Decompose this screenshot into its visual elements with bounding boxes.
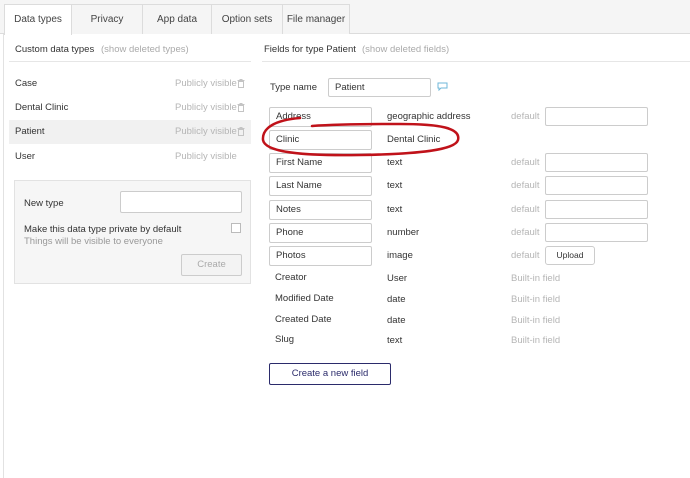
- field-row-first-name: First Name text default: [269, 153, 651, 173]
- field-default-input[interactable]: [545, 223, 648, 242]
- field-type: text: [387, 157, 403, 168]
- type-row-dental-clinic[interactable]: Dental Clinic Publicly visible: [9, 96, 251, 120]
- type-row-case[interactable]: Case Publicly visible: [9, 72, 251, 96]
- type-visibility: Publicly visible: [175, 102, 237, 113]
- field-default-input[interactable]: [545, 107, 648, 126]
- field-default-input[interactable]: [545, 176, 648, 195]
- type-row-patient[interactable]: Patient Publicly visible: [9, 120, 251, 144]
- field-row-last-name: Last Name text default: [269, 176, 651, 196]
- field-type: image: [387, 250, 413, 261]
- field-row-phone: Phone number default: [269, 223, 651, 243]
- show-deleted-fields-link[interactable]: (show deleted fields): [362, 44, 449, 55]
- field-type: Dental Clinic: [387, 134, 441, 145]
- field-type: date: [387, 294, 406, 305]
- type-name: Dental Clinic: [15, 102, 69, 113]
- tab-bar: Data types Privacy App data Option sets …: [0, 0, 690, 35]
- field-type: text: [387, 180, 403, 191]
- field-default-label: default: [511, 227, 540, 238]
- fields-title: Fields for type Patient: [264, 44, 356, 55]
- type-name: Patient: [15, 126, 45, 137]
- trash-icon[interactable]: [237, 103, 245, 112]
- custom-data-types-title: Custom data types: [15, 44, 95, 55]
- type-name-label: Type name: [270, 82, 317, 93]
- field-row-photos: Photos image default Upload: [269, 246, 651, 266]
- field-row-created-date: Created Date date Built-in field: [269, 311, 651, 331]
- new-type-label: New type: [24, 198, 64, 209]
- type-name: User: [15, 151, 36, 162]
- show-deleted-types-link[interactable]: (show deleted types): [101, 44, 189, 55]
- tab-file-manager[interactable]: File manager: [282, 4, 350, 34]
- upload-button[interactable]: Upload: [545, 246, 595, 265]
- create-new-field-button[interactable]: Create a new field: [269, 363, 391, 385]
- field-default-label: default: [511, 250, 540, 261]
- field-name: Slug: [275, 334, 295, 345]
- field-row-slug: Slug text Built-in field: [269, 331, 651, 351]
- tab-app-data[interactable]: App data: [142, 4, 212, 34]
- field-row-modified-date: Modified Date date Built-in field: [269, 290, 651, 310]
- field-row-address: Address geographic address default: [269, 107, 651, 127]
- divider: [9, 61, 251, 62]
- trash-icon[interactable]: [237, 79, 245, 88]
- new-type-box: New type Make this data type private by …: [14, 180, 251, 284]
- field-type: text: [387, 204, 403, 215]
- comment-icon[interactable]: [437, 82, 448, 91]
- built-in-field-label: Built-in field: [511, 294, 561, 305]
- type-row-user[interactable]: User Publicly visible: [9, 145, 251, 169]
- field-default-input[interactable]: [545, 200, 648, 219]
- field-type: date: [387, 315, 406, 326]
- private-default-checkbox[interactable]: [231, 223, 241, 233]
- new-type-input[interactable]: [120, 191, 242, 213]
- built-in-field-label: Built-in field: [511, 315, 561, 326]
- field-row-clinic: Clinic Dental Clinic: [269, 130, 651, 150]
- field-row-creator: Creator User Built-in field: [269, 269, 651, 289]
- tab-privacy[interactable]: Privacy: [71, 4, 143, 34]
- field-type: text: [387, 335, 403, 346]
- field-name: Creator: [275, 272, 307, 283]
- create-type-button[interactable]: Create: [181, 254, 242, 276]
- built-in-field-label: Built-in field: [511, 335, 561, 346]
- type-name-input[interactable]: Patient: [328, 78, 431, 97]
- field-default-label: default: [511, 204, 540, 215]
- field-name-input[interactable]: Phone: [269, 223, 372, 243]
- tab-data-types[interactable]: Data types: [4, 4, 72, 35]
- field-name-input[interactable]: Address: [269, 107, 372, 127]
- field-default-label: default: [511, 157, 540, 168]
- type-visibility: Publicly visible: [175, 126, 237, 137]
- field-type: geographic address: [387, 111, 471, 122]
- field-default-input[interactable]: [545, 153, 648, 172]
- field-name: Modified Date: [275, 293, 334, 304]
- field-name-input[interactable]: Notes: [269, 200, 372, 220]
- field-name-input[interactable]: Last Name: [269, 176, 372, 196]
- field-type: User: [387, 273, 408, 284]
- tab-option-sets[interactable]: Option sets: [211, 4, 283, 34]
- type-visibility: Publicly visible: [175, 78, 237, 89]
- field-row-notes: Notes text default: [269, 200, 651, 220]
- field-name: Created Date: [275, 314, 332, 325]
- divider: [262, 61, 690, 62]
- field-default-label: default: [511, 111, 540, 122]
- type-name: Case: [15, 78, 38, 89]
- private-default-hint: Things will be visible to everyone: [24, 236, 163, 247]
- field-name-input[interactable]: Clinic: [269, 130, 372, 150]
- built-in-field-label: Built-in field: [511, 273, 561, 284]
- field-name-input[interactable]: Photos: [269, 246, 372, 266]
- trash-icon[interactable]: [237, 127, 245, 136]
- private-default-label: Make this data type private by default: [24, 224, 182, 235]
- field-default-label: default: [511, 180, 540, 191]
- type-visibility: Publicly visible: [175, 151, 237, 162]
- field-type: number: [387, 227, 420, 238]
- field-name-input[interactable]: First Name: [269, 153, 372, 173]
